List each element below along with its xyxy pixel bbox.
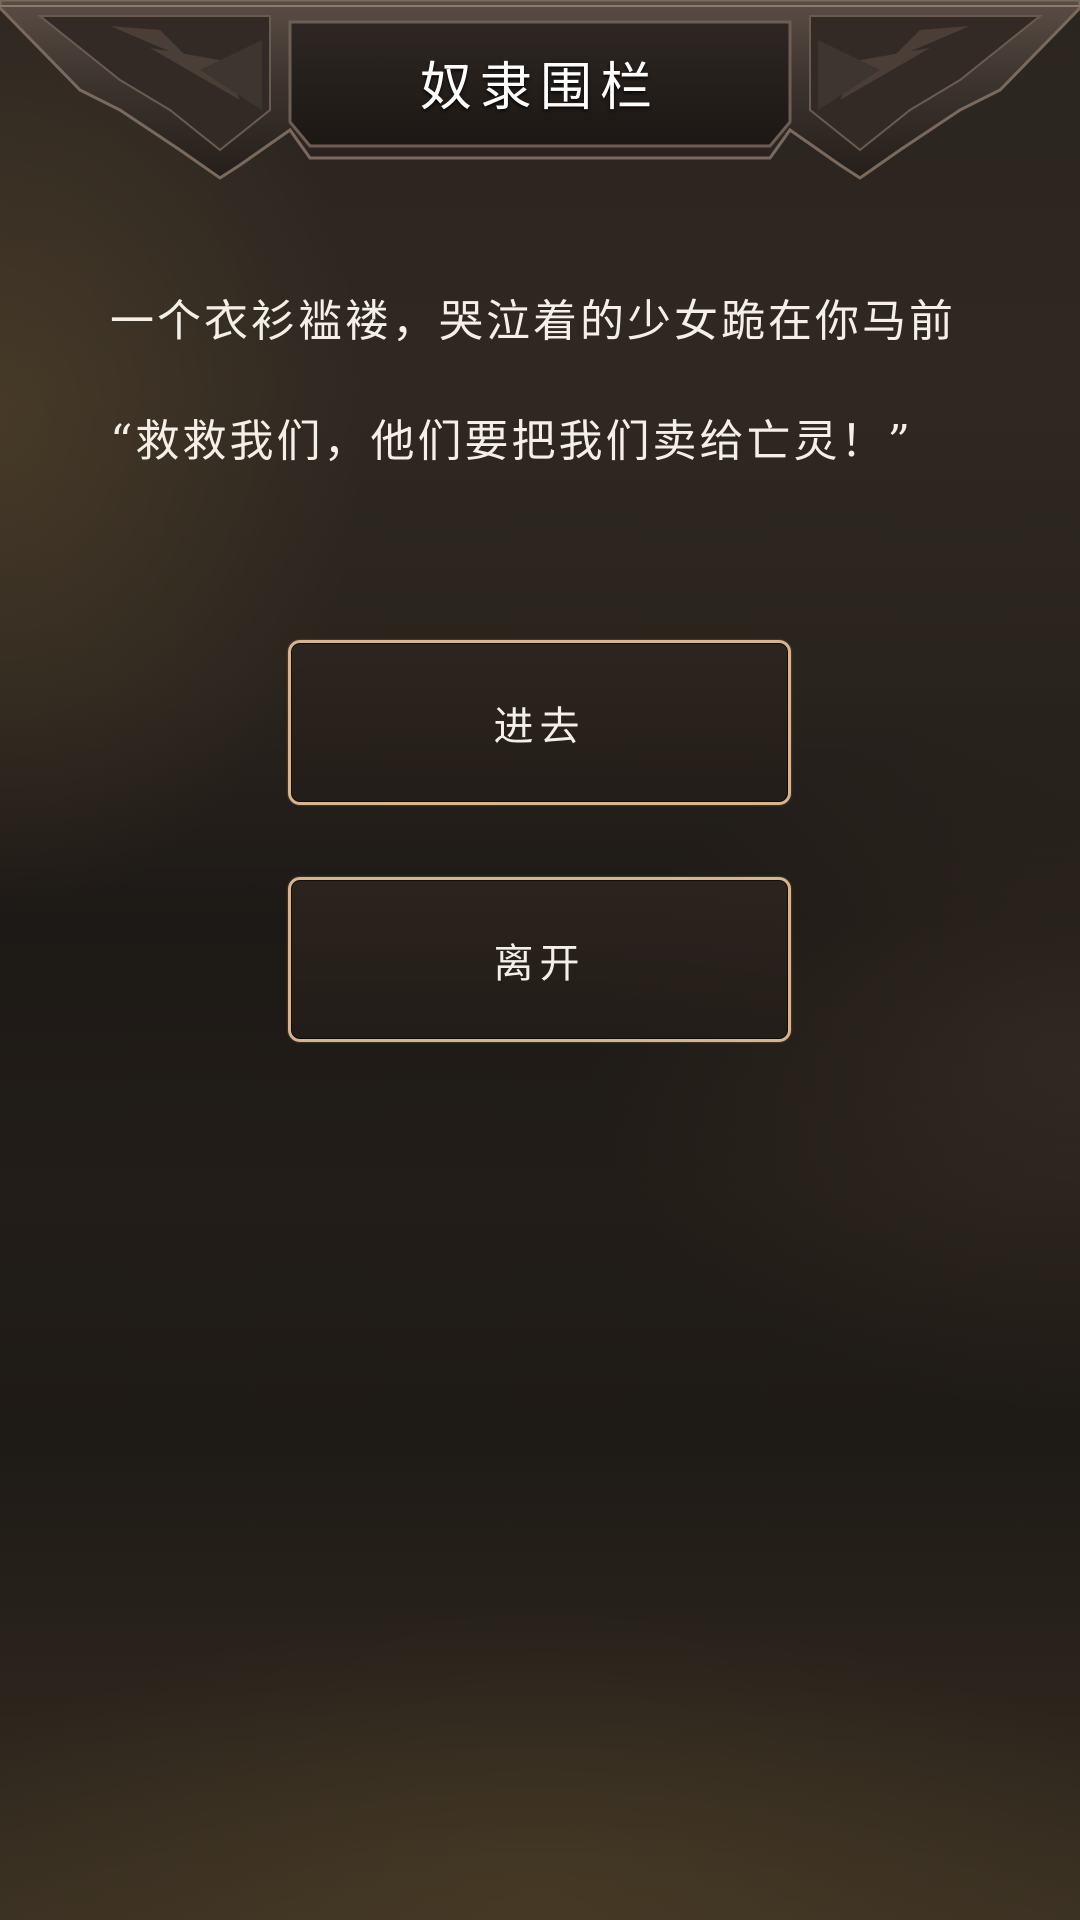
leave-button[interactable]: 离开 <box>288 877 791 1042</box>
event-description: 一个衣衫褴褛，哭泣着的少女跪在你马前 “救救我们，他们要把我们卖给亡灵！” <box>110 292 990 472</box>
event-dialogue: “救救我们，他们要把我们卖给亡灵！” <box>110 416 913 467</box>
enter-button-label: 进去 <box>493 703 586 750</box>
title-banner: 奴隶围栏 <box>0 0 1080 190</box>
enter-button[interactable]: 进去 <box>288 640 791 805</box>
event-narration: 一个衣衫褴褛，哭泣着的少女跪在你马前 <box>110 296 956 347</box>
page-title: 奴隶围栏 <box>419 58 660 118</box>
leave-button-label: 离开 <box>493 940 586 987</box>
